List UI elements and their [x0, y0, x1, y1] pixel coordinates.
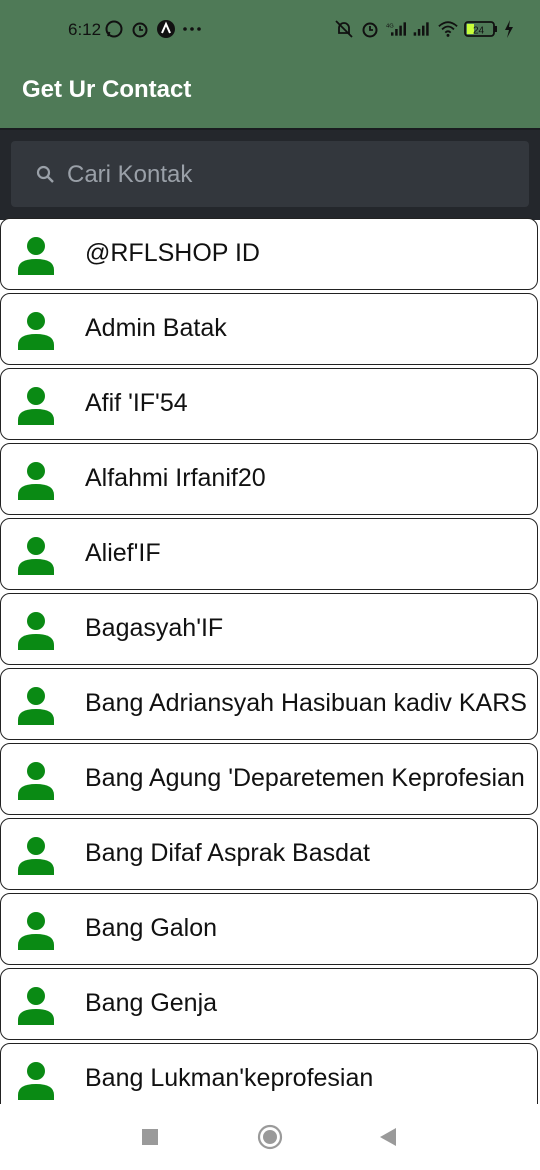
battery-icon: 24: [464, 21, 497, 37]
home-button[interactable]: [257, 1124, 283, 1150]
contact-item[interactable]: Alief'IF: [0, 518, 538, 590]
person-icon: [18, 912, 54, 950]
person-icon: [18, 1062, 54, 1100]
search-area: [0, 128, 540, 220]
app-bar: Get Ur Contact: [0, 62, 540, 128]
svg-text:4G: 4G: [386, 23, 394, 29]
contact-item[interactable]: Bang Agung 'Deparetemen Keprofesian: [0, 743, 538, 815]
contact-item[interactable]: @RFLSHOP ID: [0, 218, 538, 290]
search-icon: [36, 165, 54, 183]
status-time: 6:12: [68, 20, 102, 39]
alarm-icon: [132, 22, 148, 38]
contact-item[interactable]: Bang Difaf Asprak Basdat: [0, 818, 538, 890]
contact-list[interactable]: @RFLSHOP ID Admin Batak Afif 'IF'54 Alfa…: [0, 218, 540, 1104]
contact-name: Bang Galon: [85, 914, 218, 942]
signal-icon: 4G: [386, 22, 406, 36]
charging-icon: [505, 20, 513, 38]
status-bar: 6:12 4G 24: [0, 0, 540, 62]
status-left-icons: [104, 19, 202, 39]
contact-name: Bang Lukman'keprofesian: [85, 1064, 374, 1092]
contact-name: Bagasyah'IF: [85, 614, 224, 642]
alarm-icon: [362, 22, 378, 38]
contact-name: Admin Batak: [85, 314, 227, 342]
navigation-bar: [0, 1104, 540, 1170]
contact-name: Bang Difaf Asprak Basdat: [85, 839, 370, 867]
contact-item[interactable]: Bang Genja: [0, 968, 538, 1040]
app-title: Get Ur Contact: [22, 76, 192, 103]
contact-name: Bang Genja: [85, 989, 218, 1017]
mute-icon: [335, 20, 353, 38]
person-icon: [18, 687, 54, 725]
wifi-icon: [438, 21, 458, 37]
person-icon: [18, 462, 54, 500]
person-icon: [18, 387, 54, 425]
search-box[interactable]: [11, 141, 529, 207]
contact-name: Afif 'IF'54: [85, 389, 188, 417]
contact-item[interactable]: Bagasyah'IF: [0, 593, 538, 665]
more-icon: [183, 27, 201, 31]
contact-item[interactable]: Afif 'IF'54: [0, 368, 538, 440]
person-icon: [18, 987, 54, 1025]
contact-item[interactable]: Alfahmi Irfanif20: [0, 443, 538, 515]
contact-name: @RFLSHOP ID: [85, 239, 260, 267]
status-right-icons: 4G 24: [334, 19, 514, 39]
contact-name: Alfahmi Irfanif20: [85, 464, 266, 492]
person-icon: [18, 237, 54, 275]
contact-name: Alief'IF: [85, 539, 161, 567]
contact-item[interactable]: Admin Batak: [0, 293, 538, 365]
person-icon: [18, 312, 54, 350]
search-input[interactable]: [65, 149, 509, 201]
contact-item[interactable]: Bang Adriansyah Hasibuan kadiv KARS: [0, 668, 538, 740]
recents-button[interactable]: [137, 1124, 163, 1150]
back-button[interactable]: [376, 1124, 402, 1150]
person-icon: [18, 762, 54, 800]
person-icon: [18, 837, 54, 875]
signal-icon: [413, 22, 429, 36]
contact-name: Bang Adriansyah Hasibuan kadiv KARS: [85, 689, 527, 717]
whatsapp-icon: [105, 20, 123, 38]
person-icon: [18, 537, 54, 575]
contact-item[interactable]: Bang Lukman'keprofesian: [0, 1043, 538, 1104]
person-icon: [18, 612, 54, 650]
app-notification-icon: [157, 20, 175, 38]
contact-name: Bang Agung 'Deparetemen Keprofesian: [85, 764, 525, 792]
svg-text:24: 24: [473, 26, 485, 37]
contact-item[interactable]: Bang Galon: [0, 893, 538, 965]
